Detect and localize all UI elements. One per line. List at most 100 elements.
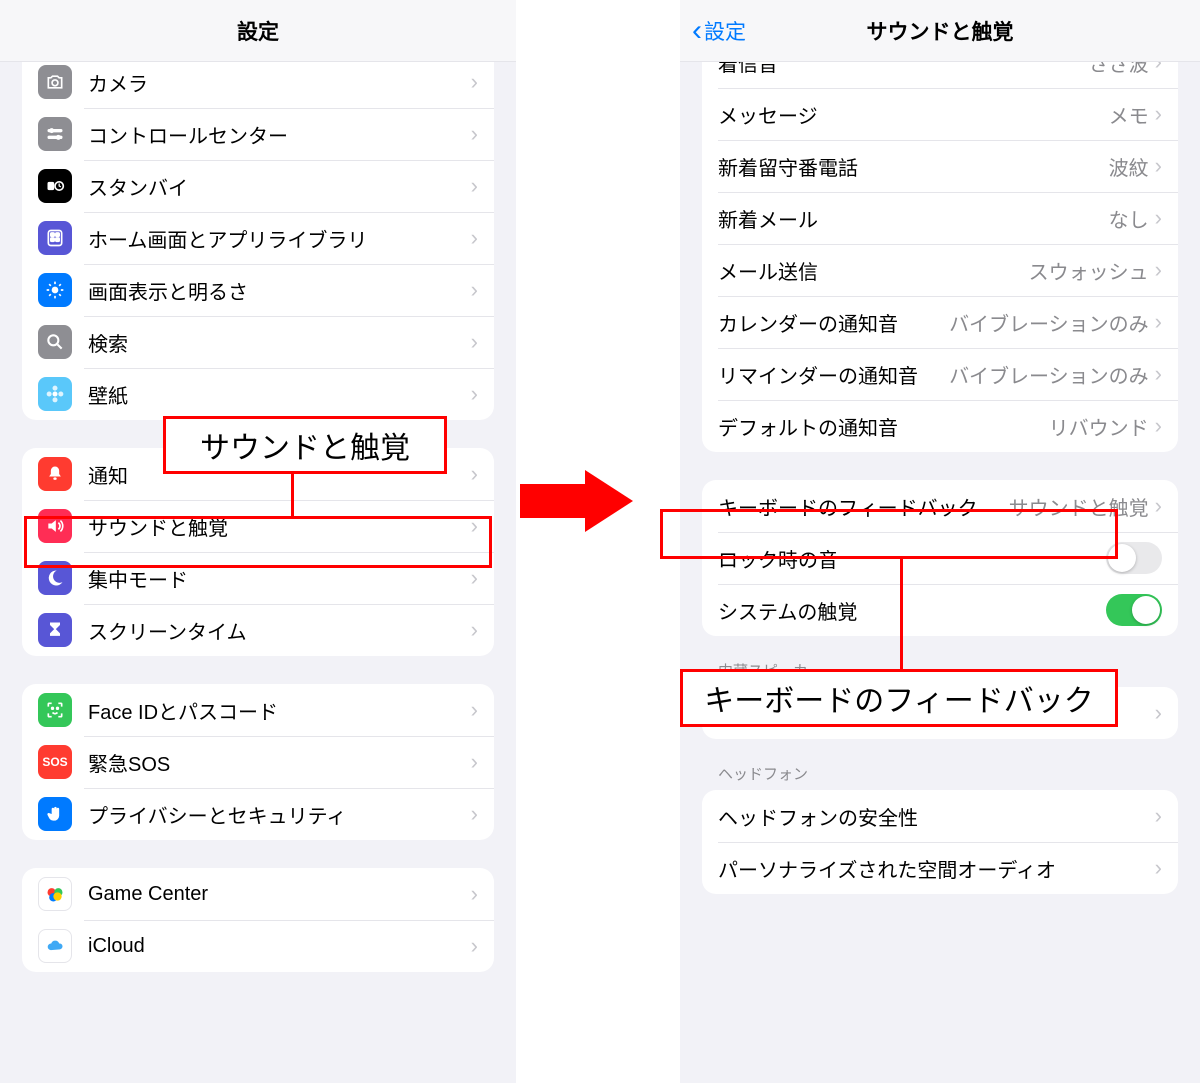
- row-label: パーソナライズされた空間オーディオ: [718, 854, 1155, 883]
- hand-icon: [38, 797, 72, 831]
- navbar-title: 設定: [237, 16, 279, 46]
- chevron-right-icon: ›: [471, 567, 478, 589]
- chevron-right-icon: ›: [471, 883, 478, 905]
- back-label: 設定: [704, 16, 746, 46]
- settings-group: Game Center›iCloud›: [22, 868, 494, 972]
- row-notif[interactable]: 通知›: [22, 448, 494, 500]
- chevron-right-icon: ›: [471, 123, 478, 145]
- chevron-right-icon: ›: [471, 175, 478, 197]
- sliders-icon: [38, 117, 72, 151]
- row-value: サウンドと触覚: [1009, 492, 1149, 521]
- moon-icon: [38, 561, 72, 595]
- row-message[interactable]: メッセージメモ›: [702, 88, 1178, 140]
- row-calendar[interactable]: カレンダーの通知音バイブレーションのみ›: [702, 296, 1178, 348]
- chevron-right-icon: ›: [1155, 857, 1162, 879]
- speaker-icon: [38, 509, 72, 543]
- row-label: 着信音: [718, 62, 1089, 77]
- row-label: スタンバイ: [88, 172, 471, 201]
- row-display[interactable]: 画面表示と明るさ›: [22, 264, 494, 316]
- chevron-right-icon: ›: [471, 279, 478, 301]
- settings-group: 通知›サウンドと触覚›集中モード›スクリーンタイム›: [22, 448, 494, 656]
- row-icloud[interactable]: iCloud›: [22, 920, 494, 972]
- row-value: バイブレーションのみ: [949, 360, 1149, 389]
- row-wallpaper[interactable]: 壁紙›: [22, 368, 494, 420]
- row-label: スクリーンタイム: [88, 616, 471, 645]
- brightness-icon: [38, 273, 72, 307]
- row-label: 壁紙: [88, 380, 471, 409]
- sound-group: ヘッドフォンの安全性›パーソナライズされた空間オーディオ›: [702, 790, 1178, 894]
- row-home[interactable]: ホーム画面とアプリライブラリ›: [22, 212, 494, 264]
- section-header: ヘッドフォン: [702, 739, 1178, 790]
- row-headphone-safety[interactable]: ヘッドフォンの安全性›: [702, 790, 1178, 842]
- row-label: Game Center: [88, 883, 471, 906]
- row-value: 波紋: [1109, 152, 1149, 181]
- sos-icon: SOS: [38, 745, 72, 779]
- row-label: 集中モード: [88, 564, 471, 593]
- row-privacy[interactable]: プライバシーとセキュリティ›: [22, 788, 494, 840]
- chevron-right-icon: ›: [1155, 207, 1162, 229]
- row-value: リバウンド: [1049, 412, 1149, 441]
- navbar-right: ‹ 設定 サウンドと触覚: [680, 0, 1200, 62]
- row-standby[interactable]: スタンバイ›: [22, 160, 494, 212]
- toggle[interactable]: [1106, 542, 1162, 574]
- row-voicemail[interactable]: 新着留守番電話波紋 ›: [702, 140, 1178, 192]
- row-label: 検索: [88, 328, 471, 357]
- row-label: リマインダーの通知音: [718, 360, 949, 389]
- row-locksound[interactable]: ロック時の音: [702, 532, 1178, 584]
- row-ringtone[interactable]: 着信音さざ波›: [702, 62, 1178, 88]
- chevron-right-icon: ›: [471, 71, 478, 93]
- row-reminder[interactable]: リマインダーの通知音バイブレーションのみ ›: [702, 348, 1178, 400]
- arrow-icon: [520, 470, 640, 532]
- row-label: 通知: [88, 460, 471, 489]
- chevron-right-icon: ›: [1155, 311, 1162, 333]
- row-label: キーボードのフィードバック: [718, 492, 1009, 521]
- sound-screen: ‹ 設定 サウンドと触覚 着信音さざ波›メッセージメモ›新着留守番電話波紋›新着…: [680, 0, 1200, 1083]
- chevron-right-icon: ›: [1155, 259, 1162, 281]
- row-sendmail[interactable]: メール送信スウォッシュ›: [702, 244, 1178, 296]
- chevron-right-icon: ›: [1155, 702, 1162, 724]
- chevron-right-icon: ›: [1155, 363, 1162, 385]
- row-control[interactable]: コントロールセンター›: [22, 108, 494, 160]
- row-spatial[interactable]: パーソナライズされた空間オーディオ›: [702, 842, 1178, 894]
- navbar-title: サウンドと触覚: [867, 16, 1014, 46]
- row-sos[interactable]: SOS 緊急SOS›: [22, 736, 494, 788]
- chevron-right-icon: ›: [1155, 155, 1162, 177]
- row-search[interactable]: 検索›: [22, 316, 494, 368]
- search-icon: [38, 325, 72, 359]
- toggle[interactable]: [1106, 594, 1162, 626]
- row-label: 新着留守番電話: [718, 152, 1109, 181]
- gamecenter-icon: [38, 877, 72, 911]
- row-screen[interactable]: スクリーンタイム›: [22, 604, 494, 656]
- row-default[interactable]: デフォルトの通知音リバウンド›: [702, 400, 1178, 452]
- row-keyboard[interactable]: キーボードのフィードバックサウンドと触覚›: [702, 480, 1178, 532]
- row-label: コントロールセンター: [88, 120, 471, 149]
- hourglass-icon: [38, 613, 72, 647]
- camera-icon: [38, 65, 72, 99]
- chevron-right-icon: ›: [1155, 103, 1162, 125]
- row-label: サウンドと触覚: [88, 512, 471, 541]
- row-vol-limit[interactable]: 音量制限›: [702, 687, 1178, 739]
- row-newmail[interactable]: 新着メールなし›: [702, 192, 1178, 244]
- row-label: カメラ: [88, 68, 471, 97]
- row-label: iCloud: [88, 935, 471, 958]
- row-label: 緊急SOS: [88, 748, 471, 777]
- chevron-right-icon: ›: [1155, 805, 1162, 827]
- chevron-right-icon: ›: [471, 935, 478, 957]
- back-button[interactable]: ‹ 設定: [686, 0, 752, 61]
- row-label: ロック時の音: [718, 544, 1106, 573]
- sound-group: キーボードのフィードバックサウンドと触覚› ロック時の音システムの触覚: [702, 480, 1178, 636]
- chevron-left-icon: ‹: [692, 16, 702, 46]
- row-label: プライバシーとセキュリティ: [88, 800, 471, 829]
- row-camera[interactable]: カメラ›: [22, 62, 494, 108]
- row-focus[interactable]: 集中モード›: [22, 552, 494, 604]
- chevron-right-icon: ›: [471, 751, 478, 773]
- row-label: ホーム画面とアプリライブラリ: [88, 224, 471, 253]
- flower-icon: [38, 377, 72, 411]
- row-haptics[interactable]: システムの触覚: [702, 584, 1178, 636]
- row-faceid[interactable]: Face IDとパスコード›: [22, 684, 494, 736]
- row-gamecenter[interactable]: Game Center›: [22, 868, 494, 920]
- row-label: システムの触覚: [718, 596, 1106, 625]
- row-label: ヘッドフォンの安全性: [718, 802, 1155, 831]
- row-sound[interactable]: サウンドと触覚›: [22, 500, 494, 552]
- faceid-icon: [38, 693, 72, 727]
